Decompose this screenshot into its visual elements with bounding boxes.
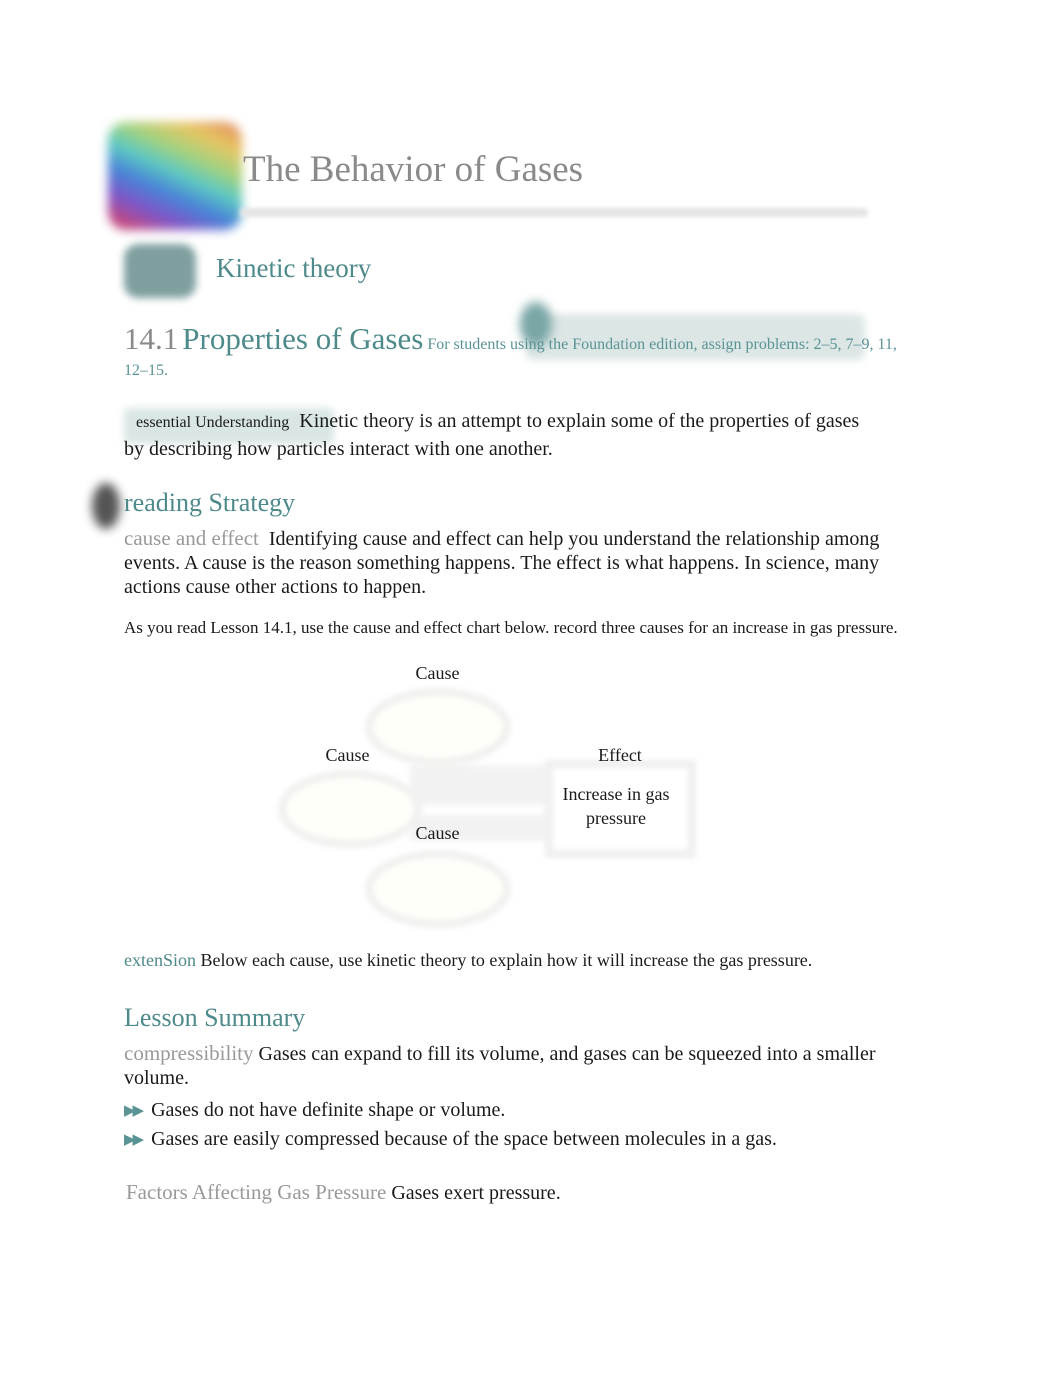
lesson-heading: 14.1 Properties of Gases For students us… (124, 323, 924, 384)
connector-top (410, 765, 550, 805)
title-divider (240, 208, 868, 217)
bullet-text: Gases do not have definite shape or volu… (151, 1099, 506, 1121)
essential-understanding: essential Understanding Kinetic theory is… (124, 408, 884, 463)
bullet-text: Gases are easily compressed because of t… (151, 1128, 777, 1150)
compressibility-term: compressibility (124, 1041, 254, 1065)
lesson-name: Properties of Gases (182, 321, 424, 356)
summary-bullet: ▶▶ Gases are easily compressed because o… (124, 1128, 777, 1151)
factors-paragraph: Factors Affecting Gas Pressure Gases exe… (126, 1180, 561, 1205)
lesson-summary-title: Lesson Summary (124, 1003, 306, 1032)
rainbow-chapter-icon (108, 122, 242, 230)
factors-term: Factors Affecting Gas Pressure (126, 1180, 387, 1204)
compressibility-paragraph: compressibility Gases can expand to fill… (124, 1041, 914, 1090)
cause-effect-diagram: Cause Cause Cause Effect Increase in gas… (260, 650, 720, 950)
chapter-title: The Behavior of Gases (243, 149, 584, 190)
reading-strategy-title: reading Strategy (124, 488, 296, 517)
effect-label: Effect (598, 745, 642, 765)
cause-effect-term: cause and effect (124, 526, 259, 550)
section-title: Kinetic theory (216, 253, 372, 283)
extension: extenSion Below each cause, use kinetic … (124, 950, 812, 971)
cause-label-top: Cause (415, 663, 460, 683)
cause-oval-bottom[interactable] (365, 850, 511, 928)
cause-effect-paragraph: cause and effect Identifying cause and e… (124, 526, 914, 599)
effect-text: Increase in gas pressure (562, 784, 670, 828)
cause-label-bottom: Cause (415, 823, 460, 843)
double-arrow-icon: ▶▶ (124, 1103, 144, 1119)
reading-strategy-icon (92, 483, 120, 529)
summary-bullet: ▶▶ Gases do not have definite shape or v… (124, 1099, 505, 1122)
lesson-number: 14.1 (124, 321, 179, 356)
factors-text: Gases exert pressure. (391, 1182, 561, 1204)
extension-label: extenSion (124, 950, 196, 970)
chart-instruction: As you read Lesson 14.1, use the cause a… (124, 618, 898, 637)
section-badge-icon (124, 244, 196, 298)
essential-understanding-label: essential Understanding (136, 414, 290, 431)
cause-label-left: Cause (325, 745, 370, 765)
extension-text: Below each cause, use kinetic theory to … (200, 950, 813, 970)
double-arrow-icon: ▶▶ (124, 1132, 144, 1148)
